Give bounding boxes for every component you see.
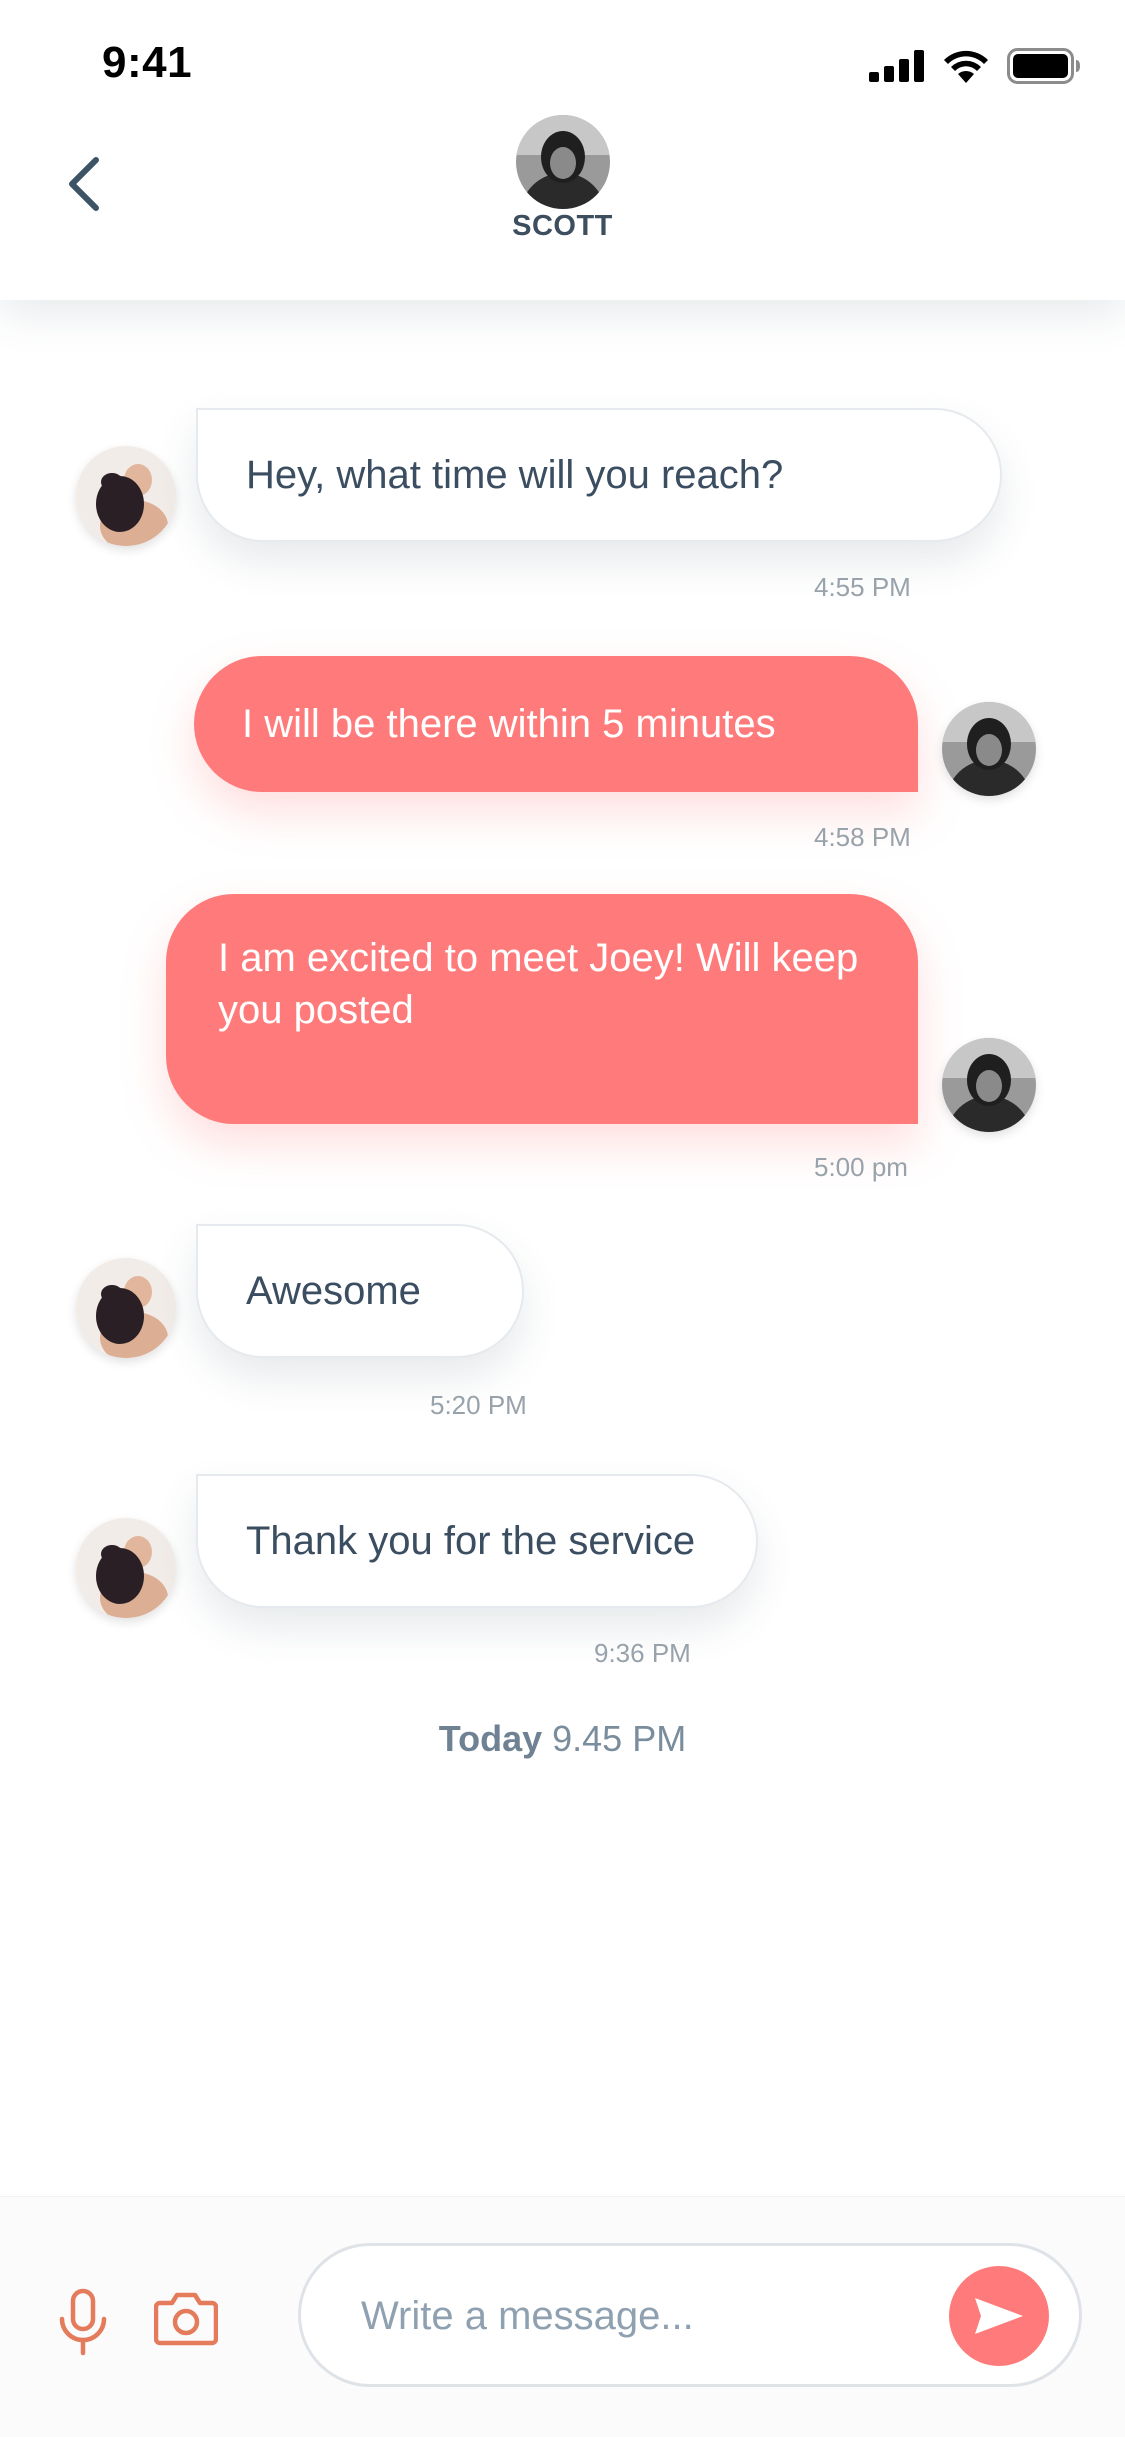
send-button[interactable] xyxy=(949,2266,1049,2366)
status-bar: 9:41 xyxy=(0,0,1125,132)
microphone-icon xyxy=(59,2288,107,2356)
message-text: Hey, what time will you reach? xyxy=(246,453,784,497)
contact-name[interactable]: SCOTT xyxy=(0,210,1125,243)
message-timestamp: 4:58 PM xyxy=(814,822,911,852)
message-timestamp: 5:20 PM xyxy=(430,1390,527,1420)
send-icon xyxy=(975,2298,1023,2334)
message-text: Awesome xyxy=(246,1269,421,1313)
own-avatar[interactable] xyxy=(942,1038,1036,1132)
message-bubble-incoming[interactable]: Thank you for the service xyxy=(196,1474,758,1608)
sender-avatar[interactable] xyxy=(76,1518,176,1618)
camera-button[interactable] xyxy=(153,2289,219,2347)
day-separator-label: Today xyxy=(438,1718,543,1759)
camera-icon xyxy=(153,2292,219,2346)
message-bubble-incoming[interactable]: Hey, what time will you reach? xyxy=(196,408,1002,542)
sender-avatar[interactable] xyxy=(76,1258,176,1358)
message-input-container xyxy=(298,2243,1082,2387)
message-input[interactable] xyxy=(359,2246,923,2386)
own-avatar[interactable] xyxy=(942,702,1036,796)
microphone-button[interactable] xyxy=(56,2287,110,2359)
message-bubble-outgoing[interactable]: I will be there within 5 minutes xyxy=(194,656,918,792)
message-composer xyxy=(0,2196,1125,2437)
message-timestamp: 5:00 pm xyxy=(814,1152,908,1182)
message-text: I am excited to meet Joey! Will keep you… xyxy=(218,936,859,1032)
message-timestamp: 9:36 PM xyxy=(594,1638,691,1668)
status-time: 9:41 xyxy=(102,38,193,87)
message-bubble-outgoing[interactable]: I am excited to meet Joey! Will keep you… xyxy=(166,894,918,1124)
day-separator-time: 9.45 PM xyxy=(552,1718,687,1759)
wifi-icon xyxy=(944,50,988,83)
battery-icon xyxy=(1007,48,1080,84)
message-bubble-incoming[interactable]: Awesome xyxy=(196,1224,524,1358)
message-text: I will be there within 5 minutes xyxy=(242,702,776,746)
day-separator: Today 9.45 PM xyxy=(0,1718,1125,1760)
sender-avatar[interactable] xyxy=(76,446,176,546)
cellular-signal-icon xyxy=(869,50,924,82)
message-text: Thank you for the service xyxy=(246,1519,696,1563)
status-icons xyxy=(869,48,1081,84)
message-timestamp: 4:55 PM xyxy=(814,572,911,602)
